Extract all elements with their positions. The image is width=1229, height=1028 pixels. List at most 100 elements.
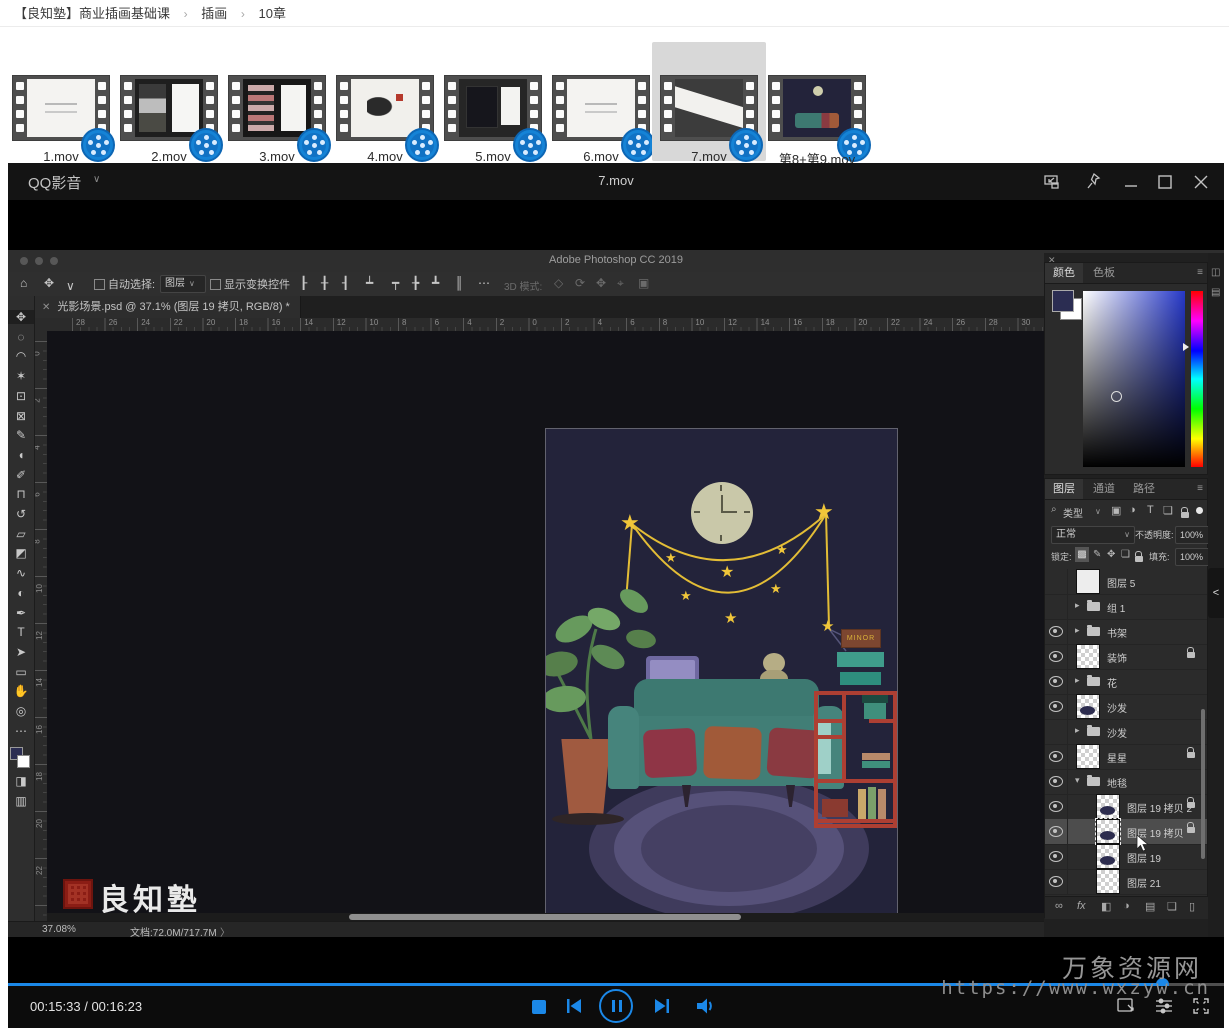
color-picker-marker[interactable]: [1111, 391, 1122, 402]
layer-group-row[interactable]: ▸ 组 1: [1045, 594, 1207, 620]
filter-pixel-icon[interactable]: ▣: [1111, 504, 1121, 517]
align-center-h-icon[interactable]: ╂: [321, 276, 328, 290]
visibility-toggle[interactable]: [1045, 794, 1068, 819]
photoshop-canvas[interactable]: ★ ★ ★ ★ ★ ★ ★ ★ ★ MINOR 良知塾: [47, 331, 1044, 913]
layer-name[interactable]: 沙发: [1107, 700, 1127, 715]
chevron-down-icon[interactable]: ∨: [66, 279, 75, 293]
color-gradient-field[interactable]: [1083, 291, 1185, 467]
visibility-toggle[interactable]: [1045, 819, 1068, 844]
visibility-toggle[interactable]: [1045, 719, 1068, 744]
layer-row[interactable]: 装饰: [1045, 644, 1207, 670]
chevron-right-icon[interactable]: ▸: [1075, 675, 1080, 686]
filter-type-label[interactable]: 类型: [1063, 505, 1083, 520]
close-button[interactable]: [1190, 171, 1212, 193]
healing-brush-tool[interactable]: ◖: [8, 448, 34, 462]
tab-图层[interactable]: 图层: [1045, 479, 1083, 499]
align-right-icon[interactable]: ┨: [342, 276, 349, 290]
lock-paint-icon[interactable]: ✎: [1093, 549, 1101, 560]
filter-adjustment-icon[interactable]: ◑: [1129, 504, 1136, 516]
layer-thumbnail[interactable]: [1077, 695, 1099, 718]
layer-group-row[interactable]: ▾ 地毯: [1045, 769, 1207, 795]
filter-lock-icon[interactable]: [1181, 507, 1189, 518]
layer-thumbnail[interactable]: [1097, 845, 1119, 868]
opacity-value[interactable]: 100%∨: [1175, 526, 1213, 544]
volume-button[interactable]: [694, 996, 716, 1016]
foreground-color-swatch[interactable]: [1053, 291, 1073, 311]
zoom-tool[interactable]: ◎: [8, 704, 34, 718]
visibility-toggle[interactable]: [1045, 644, 1068, 669]
layer-group-row[interactable]: ▸ 花: [1045, 669, 1207, 695]
layer-row[interactable]: 图层 19 拷贝: [1045, 818, 1207, 845]
distribute-h-icon[interactable]: ╊: [412, 276, 419, 290]
lock-move-icon[interactable]: ✥: [1107, 549, 1115, 560]
layer-name[interactable]: 花: [1107, 675, 1117, 690]
adjustment-layer-icon[interactable]: ◑: [1123, 900, 1130, 912]
player-titlebar[interactable]: QQ影音 ∨ 7.mov: [8, 163, 1224, 200]
panel-menu-icon[interactable]: ≡: [1197, 483, 1203, 494]
dock-collapse-icon[interactable]: ◫: [1211, 267, 1220, 278]
pen-tool[interactable]: ✒: [8, 606, 34, 620]
visibility-toggle[interactable]: [1045, 694, 1068, 719]
layer-style-icon[interactable]: fx: [1077, 900, 1086, 912]
show-transform-checkbox[interactable]: [210, 279, 221, 290]
new-group-icon[interactable]: ▤: [1145, 900, 1155, 913]
chevron-down-icon[interactable]: ∨: [1095, 507, 1101, 516]
layer-group-row[interactable]: ▸ 沙发: [1045, 719, 1207, 745]
document-tab[interactable]: ✕ 光影场景.psd @ 37.1% (图层 19 拷贝, RGB/8) *: [34, 296, 301, 318]
expand-panel-tab[interactable]: <: [1208, 568, 1224, 618]
shape-tool[interactable]: ▭: [8, 665, 34, 679]
lock-artboard-icon[interactable]: ❏: [1121, 549, 1130, 560]
layer-mask-icon[interactable]: ◧: [1101, 900, 1111, 913]
align-bottom-icon[interactable]: ┷: [366, 276, 373, 290]
minimize-button[interactable]: [1120, 171, 1142, 193]
tab-通道[interactable]: 通道: [1085, 479, 1123, 499]
lasso-tool[interactable]: ◠: [8, 349, 34, 363]
filter-type-icon[interactable]: T: [1147, 504, 1154, 516]
delete-layer-icon[interactable]: ▯: [1189, 900, 1195, 913]
background-color-swatch[interactable]: [18, 756, 29, 767]
layer-group-row[interactable]: ▸ 书架: [1045, 619, 1207, 645]
layer-name[interactable]: 沙发: [1107, 725, 1127, 740]
pause-button[interactable]: [599, 989, 633, 1023]
layer-row[interactable]: 图层 21: [1045, 869, 1207, 895]
hue-slider[interactable]: [1191, 291, 1203, 467]
tab-close-icon[interactable]: ✕: [42, 302, 50, 313]
fullscreen-button[interactable]: [1192, 997, 1210, 1015]
layer-name[interactable]: 图层 5: [1107, 575, 1135, 590]
snapshot-button[interactable]: [1116, 997, 1136, 1015]
move-tool[interactable]: ✥: [8, 310, 34, 324]
blend-mode-select[interactable]: 正常 ∨: [1051, 526, 1135, 544]
lock-transparent-icon[interactable]: ▩: [1075, 547, 1089, 562]
previous-button[interactable]: [564, 996, 584, 1016]
screen-mode-button[interactable]: ▥: [8, 794, 34, 808]
hand-tool[interactable]: ✋: [8, 684, 34, 698]
tab-路径[interactable]: 路径: [1125, 479, 1163, 499]
distribute-v-icon[interactable]: ┻: [432, 276, 439, 290]
dodge-tool[interactable]: ◐: [8, 586, 34, 600]
chevron-down-icon[interactable]: ▾: [1075, 775, 1080, 786]
next-button[interactable]: [652, 996, 672, 1016]
frame-tool[interactable]: ⊠: [8, 409, 34, 423]
auto-select-checkbox[interactable]: [94, 279, 105, 290]
auto-select-target-select[interactable]: 图层 ∨: [160, 275, 206, 293]
lock-all-icon[interactable]: [1135, 551, 1143, 562]
home-icon[interactable]: ⌂: [20, 276, 27, 290]
dock-panel-icon[interactable]: ▤: [1211, 287, 1220, 298]
layer-thumbnail[interactable]: [1077, 745, 1099, 768]
brush-tool[interactable]: ✐: [8, 468, 34, 482]
visibility-toggle[interactable]: [1045, 594, 1068, 619]
link-layers-icon[interactable]: ∞: [1055, 900, 1063, 912]
chevron-right-icon[interactable]: ▸: [1075, 625, 1080, 636]
breadcrumb-item-category[interactable]: 插画: [201, 6, 227, 21]
stop-button[interactable]: [532, 1000, 546, 1014]
visibility-toggle[interactable]: [1045, 619, 1068, 644]
layer-row[interactable]: 图层 5: [1045, 569, 1207, 595]
settings-button[interactable]: [1154, 997, 1174, 1015]
more-tools[interactable]: ⋯: [8, 724, 34, 738]
distribute-space-icon[interactable]: ║: [455, 276, 464, 290]
pin-button[interactable]: [1083, 171, 1105, 193]
crop-tool[interactable]: ⊡: [8, 389, 34, 403]
tab-色板[interactable]: 色板: [1085, 263, 1123, 283]
layer-name[interactable]: 组 1: [1107, 600, 1125, 615]
gradient-tool[interactable]: ◩: [8, 546, 34, 560]
